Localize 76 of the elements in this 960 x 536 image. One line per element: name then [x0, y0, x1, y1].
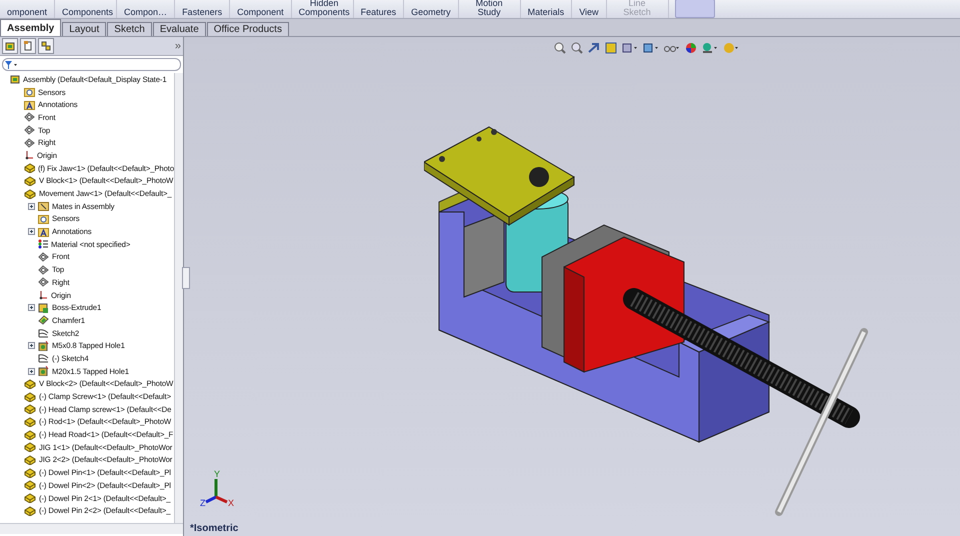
part-icon	[24, 480, 36, 490]
toolbar-button[interactable]: Component	[230, 0, 292, 18]
material-icon	[38, 239, 48, 250]
filter-icon	[5, 60, 17, 68]
hole-feature-icon	[38, 340, 49, 351]
toolbar-button[interactable]: Compon…	[117, 0, 176, 18]
part-icon	[24, 493, 36, 504]
toolbar-button[interactable]: View	[572, 0, 607, 18]
view-name-label: *Isometric	[190, 523, 238, 534]
plane-icon	[24, 112, 35, 122]
toolbar-button[interactable]: Materials	[520, 0, 572, 18]
part-icon	[24, 176, 36, 186]
zoom-area-icon[interactable]	[571, 42, 583, 54]
part-icon	[24, 506, 36, 516]
part-icon	[24, 404, 36, 414]
appearance-icon[interactable]	[685, 42, 697, 54]
command-tab[interactable]: Sketch	[107, 22, 152, 36]
configuration-tab[interactable]	[38, 38, 54, 54]
toolbar-button[interactable]: Geometry	[404, 0, 459, 18]
sketch-icon	[38, 353, 49, 364]
plane-icon	[38, 252, 49, 262]
scene-icon[interactable]	[702, 42, 718, 54]
command-tab[interactable]: Layout	[62, 22, 106, 36]
display-style-icon[interactable]	[643, 42, 659, 54]
toolbar-button[interactable]: Components	[55, 0, 118, 18]
part-icon	[24, 468, 36, 478]
expand-toggle[interactable]	[28, 202, 35, 210]
expand-panel-button[interactable]: »	[174, 40, 181, 52]
expand-toggle[interactable]	[28, 368, 35, 375]
extrude-feature-icon	[38, 302, 49, 313]
part-icon	[24, 442, 36, 452]
horizontal-scrollbar[interactable]	[0, 523, 183, 534]
part-icon	[24, 163, 35, 174]
chamfer-feature-icon	[38, 315, 49, 326]
vertical-scrollbar[interactable]	[174, 73, 183, 523]
sensor-folder-icon	[24, 87, 35, 98]
zoom-fit-icon[interactable]	[554, 42, 566, 54]
expand-toggle[interactable]	[28, 304, 35, 312]
section-view-icon[interactable]	[605, 42, 617, 54]
panel-collapse-handle[interactable]	[182, 267, 190, 289]
hole-feature-icon	[38, 366, 49, 376]
part-icon	[24, 430, 36, 440]
command-tab[interactable]: Office Products	[206, 22, 289, 36]
configuration-icon	[41, 41, 51, 51]
expand-toggle[interactable]	[28, 342, 35, 350]
feature-tree-tab[interactable]	[2, 38, 18, 54]
document-icon	[23, 41, 33, 51]
plane-icon	[38, 264, 49, 275]
command-tab[interactable]: Evaluate	[152, 22, 206, 36]
toolbar-button[interactable]: Features	[354, 0, 404, 18]
part-icon	[24, 188, 36, 199]
plane-icon	[24, 138, 35, 148]
sketch-icon	[38, 328, 49, 338]
annotation-folder-icon	[24, 100, 35, 110]
part-icon	[24, 416, 36, 427]
plane-icon	[24, 125, 35, 136]
toolbar-button[interactable]: omponent	[0, 0, 56, 18]
annotation-folder-icon	[38, 226, 49, 237]
view-orientation-icon[interactable]	[622, 42, 638, 54]
mates-folder-icon	[38, 201, 49, 212]
origin-icon	[24, 150, 34, 160]
expand-toggle[interactable]	[28, 228, 35, 236]
origin-icon	[38, 290, 48, 300]
filter-field[interactable]	[2, 58, 181, 71]
assembly-icon	[10, 74, 20, 84]
part-icon	[24, 392, 36, 402]
part-icon	[24, 378, 36, 389]
sensor-folder-icon	[38, 214, 49, 224]
command-tab[interactable]: Assembly	[0, 19, 62, 36]
part-icon	[5, 41, 15, 51]
property-tab[interactable]	[20, 38, 36, 54]
coordinate-triad-drawing: Y Z X	[200, 469, 234, 508]
toolbar-button[interactable]: Fasteners	[175, 0, 230, 18]
plane-icon	[38, 277, 49, 288]
part-icon	[24, 454, 36, 465]
previous-view-icon[interactable]	[588, 42, 600, 54]
